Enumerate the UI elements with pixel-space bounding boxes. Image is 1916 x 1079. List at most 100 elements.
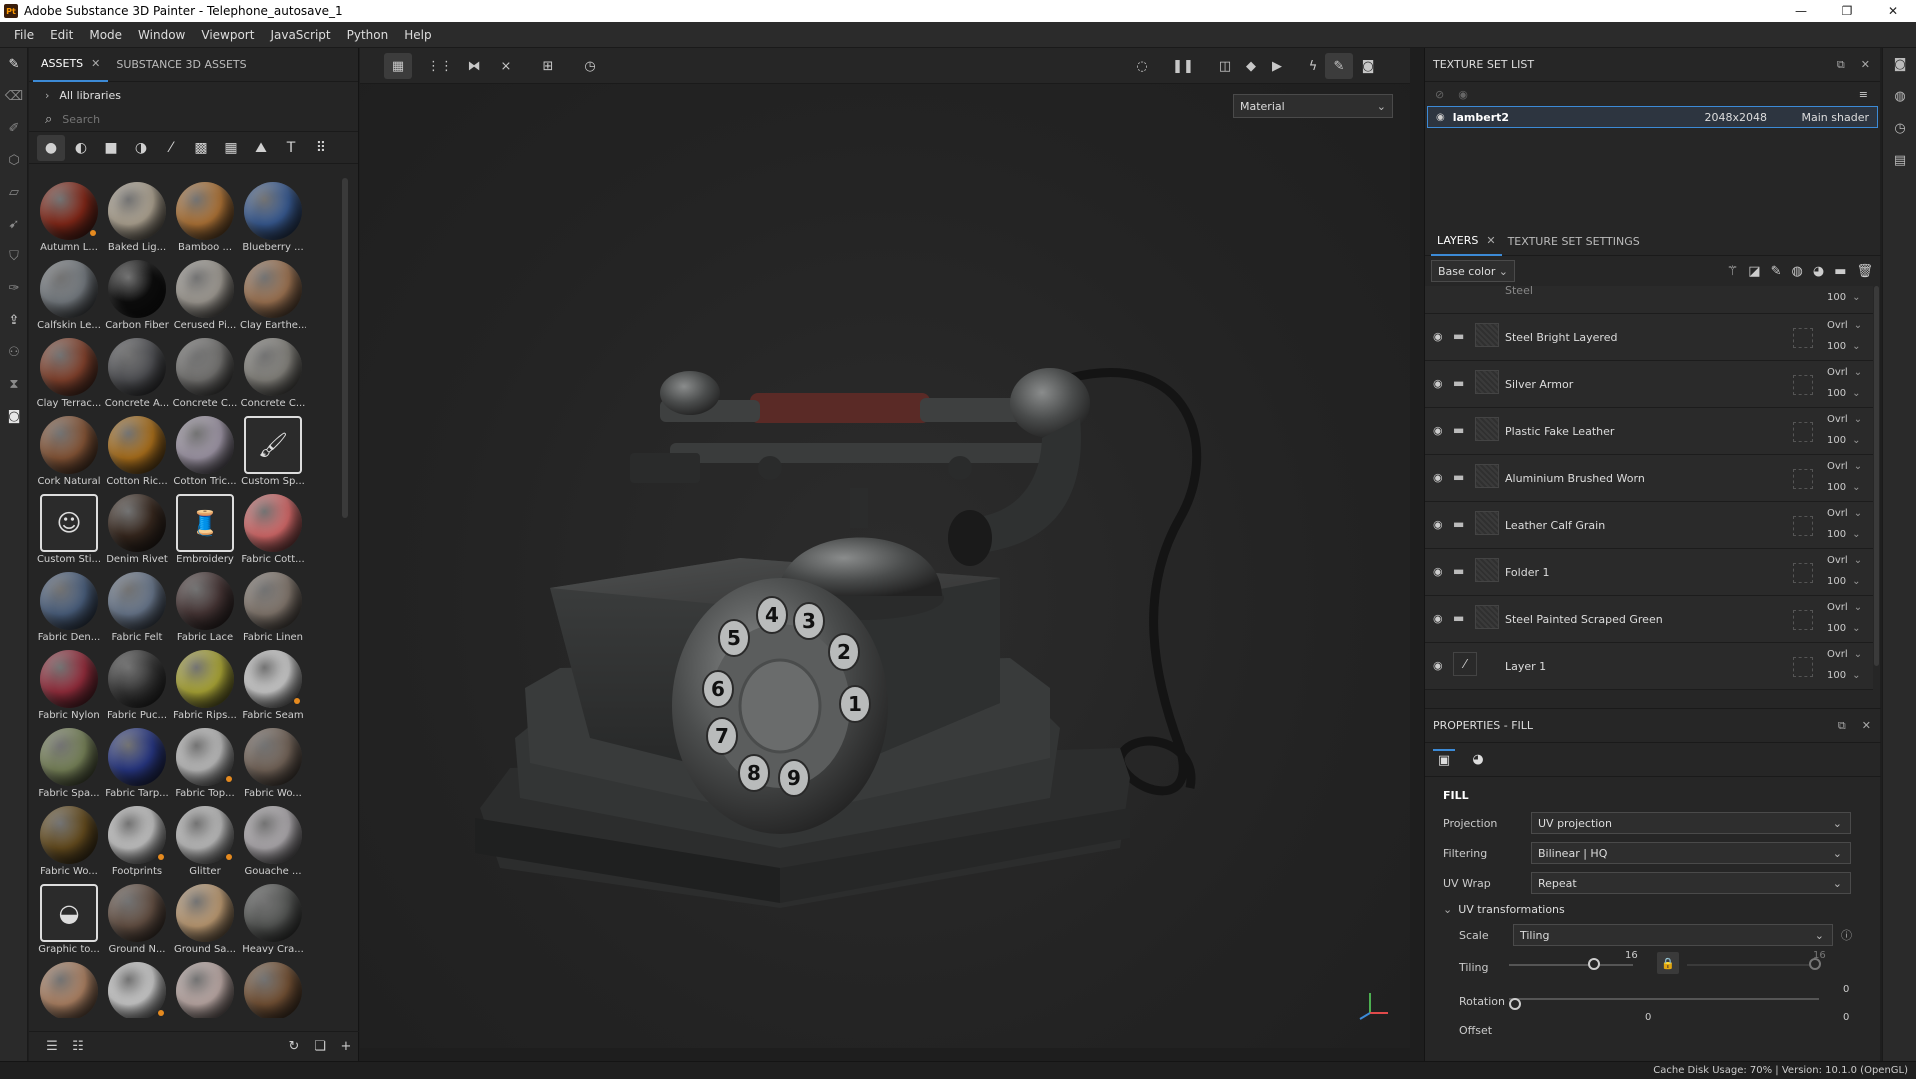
asset-item[interactable]: Fabric Nylon xyxy=(35,646,103,724)
add-fill-layer-icon[interactable]: ◍ xyxy=(1792,264,1803,279)
pattern-icon[interactable]: ▦ xyxy=(217,135,245,161)
history-icon[interactable]: ◷ xyxy=(1883,112,1916,144)
menu-file[interactable]: File xyxy=(6,28,42,42)
asset-item[interactable]: Fabric Linen xyxy=(239,568,307,646)
eye-icon[interactable]: ◉ xyxy=(1433,377,1443,390)
eye-icon[interactable]: ◉ xyxy=(1433,424,1443,437)
folder-icon[interactable]: ▬ xyxy=(1453,517,1464,531)
asset-item[interactable]: Carbon Fiber xyxy=(103,256,171,334)
close-icon[interactable]: ✕ xyxy=(1862,719,1871,733)
asset-item[interactable]: Fabric Cott... xyxy=(239,490,307,568)
maximize-panel-icon[interactable]: ⧉ xyxy=(1837,58,1845,72)
brush-icon[interactable]: ⁄ xyxy=(157,135,185,161)
color-picker-icon[interactable]: ✑ xyxy=(0,272,28,304)
layer-row[interactable]: ◉ ▬ Folder 1 Ovrl ⌄ 100 ⌄ xyxy=(1425,549,1873,596)
layers-scrollbar[interactable] xyxy=(1874,286,1879,666)
add-effect-icon[interactable]: ⚚ xyxy=(1727,264,1739,279)
asset-item[interactable]: Fabric Wo... xyxy=(239,724,307,802)
filtering-select[interactable]: Bilinear | HQ ⌄ xyxy=(1531,842,1851,864)
close-icon[interactable]: ✕ xyxy=(1861,58,1870,72)
delete-icon[interactable]: 🗑 xyxy=(1856,264,1873,279)
add-smart-material-icon[interactable]: ◕ xyxy=(1813,264,1824,279)
tiling-slider-track-2[interactable] xyxy=(1687,964,1817,966)
visibility-icon[interactable]: ◉ xyxy=(1458,88,1468,101)
tiling-slider-track[interactable] xyxy=(1509,964,1633,966)
asset-item[interactable] xyxy=(35,958,103,1018)
environment-icon[interactable]: ⛰ xyxy=(247,135,275,161)
asset-item[interactable]: ☺ Custom Sti... xyxy=(35,490,103,568)
asset-item[interactable]: Heavy Cra... xyxy=(239,880,307,958)
link-icon[interactable]: ⊘ xyxy=(1435,88,1444,101)
hamburger-menu-icon[interactable]: ≡ xyxy=(1859,88,1868,101)
add-mask-icon[interactable]: ◪ xyxy=(1748,264,1760,279)
eye-icon[interactable]: ◉ xyxy=(1433,518,1443,531)
tiling-slider-knob[interactable] xyxy=(1588,958,1601,970)
measure-icon[interactable]: ⚇ xyxy=(0,336,28,368)
asset-item[interactable]: Fabric Den... xyxy=(35,568,103,646)
asset-item[interactable]: 🧵 Embroidery xyxy=(171,490,239,568)
mask-slot[interactable] xyxy=(1793,610,1813,630)
close-icon[interactable]: ✕ xyxy=(1486,234,1495,247)
minimize-button[interactable]: — xyxy=(1778,0,1824,22)
libraries-selector[interactable]: › All libraries xyxy=(29,82,358,108)
mask-slot[interactable] xyxy=(1793,516,1813,536)
eraser-icon[interactable]: ⌫ xyxy=(0,80,28,112)
viewport[interactable]: ▦ ⋮⋮ ⧓ ⨯ ⊞ ◷ ◌ ❚❚ ◫ ◆ ▶ ϟ ✎ ◙ Material ⌄ xyxy=(360,48,1410,1048)
asset-item[interactable]: Fabric Lace xyxy=(171,568,239,646)
mask-slot[interactable] xyxy=(1793,422,1813,442)
new-window-icon[interactable]: ❏ xyxy=(307,1034,333,1060)
asset-item[interactable]: Fabric Felt xyxy=(103,568,171,646)
asset-item[interactable]: Cerused Pi... xyxy=(171,256,239,334)
close-icon[interactable]: ✕ xyxy=(91,57,100,70)
mask-slot[interactable] xyxy=(1793,563,1813,583)
material-settings-icon[interactable]: ◕ xyxy=(1467,749,1489,771)
asset-item[interactable]: Footprints xyxy=(103,802,171,880)
asset-item[interactable]: Calfskin Le... xyxy=(35,256,103,334)
layer-row[interactable]: ◉ ▬ Steel Bright Layered Ovrl ⌄ 100 ⌄ xyxy=(1425,314,1873,361)
shader-settings-icon[interactable]: ◍ xyxy=(1883,80,1916,112)
rotation-slider-knob[interactable] xyxy=(1509,998,1521,1010)
asset-item[interactable]: Clay Earthe... xyxy=(239,256,307,334)
asset-item[interactable]: Autumn L... xyxy=(35,178,103,256)
smart-material-icon[interactable]: ◐ xyxy=(67,135,95,161)
asset-item[interactable]: Fabric Spa... xyxy=(35,724,103,802)
display-settings-icon[interactable]: ◙ xyxy=(1883,48,1916,80)
anchor-icon[interactable]: ⧗ xyxy=(0,368,28,400)
menu-window[interactable]: Window xyxy=(130,28,193,42)
asset-item[interactable]: Fabric Puc... xyxy=(103,646,171,724)
folder-icon[interactable]: ▬ xyxy=(1453,329,1464,343)
log-icon[interactable]: ▤ xyxy=(1883,144,1916,176)
mask-slot[interactable] xyxy=(1793,657,1813,677)
asset-item[interactable]: Cotton Ric... xyxy=(103,412,171,490)
layer-blend-mode[interactable]: Ovrl ⌄ xyxy=(1827,602,1862,613)
mask-icon[interactable]: ■ xyxy=(97,135,125,161)
asset-item[interactable]: Concrete A... xyxy=(103,334,171,412)
channel-select[interactable]: Base color ⌄ xyxy=(1431,260,1515,282)
layer-blend-mode[interactable]: Ovrl ⌄ xyxy=(1827,320,1862,331)
asset-item[interactable]: Glitter xyxy=(171,802,239,880)
asset-item[interactable]: ◒ Graphic to... xyxy=(35,880,103,958)
layer-row[interactable]: ◉ ▬ Plastic Fake Leather Ovrl ⌄ 100 ⌄ xyxy=(1425,408,1873,455)
fill-settings-icon[interactable]: ▣ xyxy=(1433,748,1455,771)
layer-opacity[interactable]: 100 ⌄ xyxy=(1827,292,1860,303)
menu-help[interactable]: Help xyxy=(396,28,439,42)
menu-python[interactable]: Python xyxy=(339,28,397,42)
tab-substance-3d-assets[interactable]: SUBSTANCE 3D ASSETS xyxy=(108,48,254,82)
maximize-button[interactable]: ❐ xyxy=(1824,0,1870,22)
add-paint-layer-icon[interactable]: ✎ xyxy=(1771,264,1782,279)
menu-javascript[interactable]: JavaScript xyxy=(262,28,338,42)
smudge-icon[interactable]: ➹ xyxy=(0,208,28,240)
assets-scrollbar[interactable] xyxy=(342,178,348,518)
list-view-icon[interactable]: ☰ xyxy=(39,1034,65,1060)
layer-opacity[interactable]: 100 ⌄ xyxy=(1827,529,1860,540)
texture-icon[interactable]: ▩ xyxy=(187,135,215,161)
layer-opacity[interactable]: 100 ⌄ xyxy=(1827,341,1860,352)
asset-item[interactable]: Bamboo ... xyxy=(171,178,239,256)
folder-icon[interactable]: ▬ xyxy=(1453,376,1464,390)
asset-item[interactable] xyxy=(103,958,171,1018)
grid-icon[interactable]: ⠿ xyxy=(307,135,335,161)
tab-layers[interactable]: LAYERS ✕ xyxy=(1431,228,1502,256)
mask-slot[interactable] xyxy=(1793,375,1813,395)
smart-mask-icon[interactable]: ◑ xyxy=(127,135,155,161)
asset-item[interactable]: Clay Terrac... xyxy=(35,334,103,412)
